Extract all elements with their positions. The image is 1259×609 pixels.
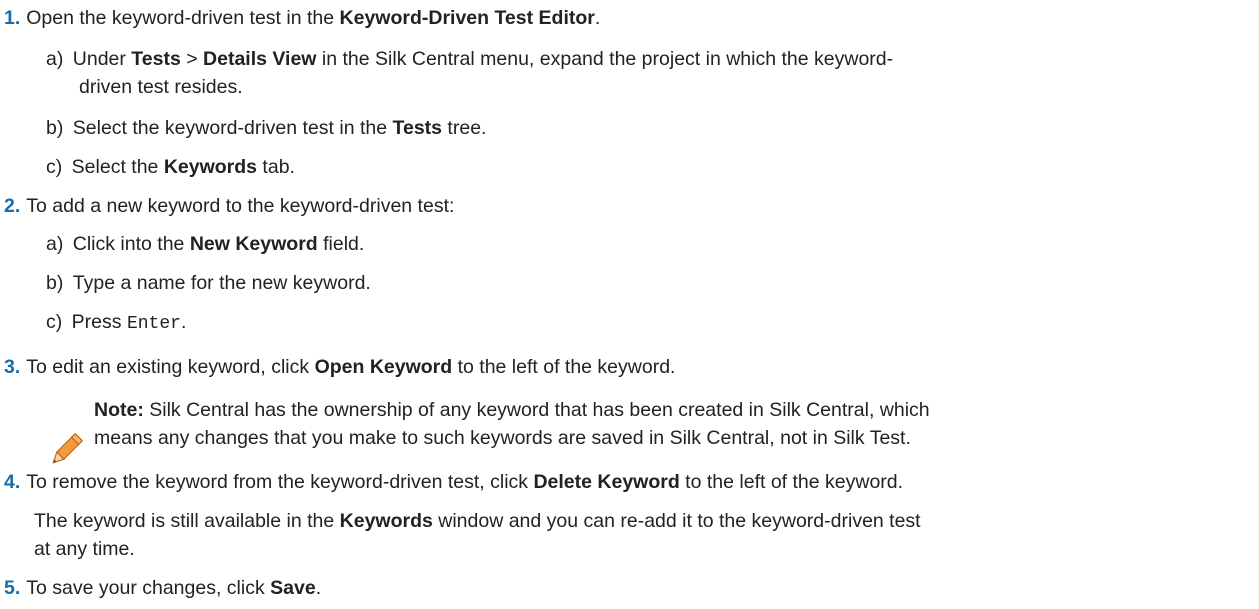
- substep-text: Press: [71, 311, 127, 333]
- paragraph-strong: Keywords: [339, 510, 433, 532]
- step-number: 1.: [4, 7, 21, 29]
- substep-text: tree.: [442, 117, 487, 139]
- substep-text: Type a name for the new keyword.: [72, 272, 371, 294]
- pencil-icon: [52, 432, 84, 464]
- substep-text: Under: [72, 48, 132, 70]
- step-number: 4.: [4, 471, 21, 493]
- step-strong: Keyword-Driven Test Editor: [339, 7, 595, 29]
- substep-label: c): [46, 311, 63, 333]
- substep-strong: Tests: [131, 48, 181, 70]
- note-label: Note:: [94, 399, 144, 421]
- substep-2b: b) Type a name for the new keyword.: [46, 271, 371, 295]
- step-strong: Open Keyword: [314, 356, 453, 378]
- key-code: Enter: [126, 314, 181, 334]
- substep-label: b): [46, 117, 64, 139]
- step-text: to the left of the keyword.: [452, 356, 676, 378]
- step-text: Open the keyword-driven test in the: [26, 7, 340, 29]
- step-text: .: [315, 577, 322, 599]
- substep-strong: Details View: [203, 48, 317, 70]
- substep-label: b): [46, 272, 64, 294]
- note-line-1: Note: Silk Central has the ownership of …: [94, 398, 930, 422]
- step-number: 3.: [4, 356, 21, 378]
- step-text: To edit an existing keyword, click: [26, 356, 315, 378]
- substep-2a: a) Click into the New Keyword field.: [46, 232, 364, 256]
- procedure-document: 1. Open the keyword-driven test in the Ke…: [0, 0, 1259, 609]
- step-2: 2. To add a new keyword to the keyword-dr…: [4, 194, 454, 218]
- step-strong: Delete Keyword: [533, 471, 680, 493]
- substep-1b: b) Select the keyword-driven test in the…: [46, 116, 486, 140]
- substep-text: field.: [317, 233, 365, 255]
- substep-text: .: [180, 311, 187, 333]
- substep-text: in the Silk Central menu, expand the pro…: [316, 48, 894, 70]
- step-text: To add a new keyword to the keyword-driv…: [26, 195, 455, 217]
- step-4-paragraph: The keyword is still available in the Ke…: [34, 509, 921, 533]
- note-text: Silk Central has the ownership of any ke…: [143, 399, 930, 421]
- step-text: To remove the keyword from the keyword-d…: [26, 471, 534, 493]
- step-text: .: [594, 7, 601, 29]
- substep-label: a): [46, 233, 64, 255]
- step-4: 4. To remove the keyword from the keyword…: [4, 470, 903, 494]
- step-strong: Save: [270, 577, 316, 599]
- substep-text: Select the keyword-driven test in the: [72, 117, 393, 139]
- substep-strong: Tests: [392, 117, 443, 139]
- step-1: 1. Open the keyword-driven test in the Ke…: [4, 6, 600, 30]
- step-text: to the left of the keyword.: [679, 471, 904, 493]
- substep-strong: New Keyword: [189, 233, 318, 255]
- substep-1a: a) Under Tests > Details View in the Sil…: [46, 47, 893, 71]
- step-text: To save your changes, click: [26, 577, 271, 599]
- substep-text: Select the: [71, 156, 164, 178]
- substep-label: a): [46, 48, 64, 70]
- step-3: 3. To edit an existing keyword, click Ope…: [4, 355, 675, 379]
- substep-text: Click into the: [72, 233, 190, 255]
- step-number: 5.: [4, 577, 21, 599]
- substep-label: c): [46, 156, 63, 178]
- substep-1c: c) Select the Keywords tab.: [46, 155, 295, 179]
- step-number: 2.: [4, 195, 21, 217]
- substep-strong: Keywords: [163, 156, 258, 178]
- step-4-paragraph-continuation: at any time.: [34, 538, 135, 560]
- substep-text: >: [180, 48, 204, 70]
- substep-text: tab.: [257, 156, 295, 178]
- substep-2c: c) Press Enter.: [46, 310, 186, 336]
- note-line-2: means any changes that you make to such …: [94, 427, 911, 449]
- paragraph-text: window and you can re-add it to the keyw…: [432, 510, 921, 532]
- paragraph-text: The keyword is still available in the: [34, 510, 340, 532]
- substep-1a-continuation: driven test resides.: [79, 76, 243, 98]
- step-5: 5. To save your changes, click Save.: [4, 576, 321, 600]
